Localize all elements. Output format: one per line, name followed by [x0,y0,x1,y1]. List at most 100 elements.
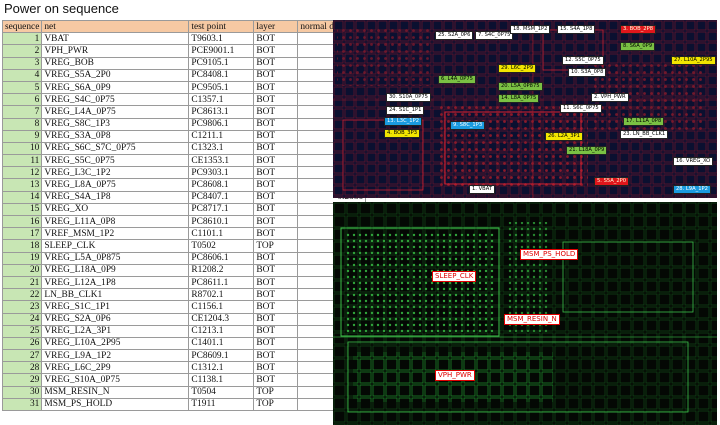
cell-layer: TOP [253,239,299,253]
cell-test-point: PC8610.1 [188,214,255,229]
cell-sequence: 19 [1,251,43,265]
cell-sequence: 24 [1,312,43,326]
board-label-s3a: 10. S3A_0P8 [568,68,607,77]
board-tag-sleep-clk: SLEEP_CLK [432,271,477,282]
table-row: 25VREG_L2A_3P1C1213.1BOT0.4533 [1,324,367,338]
table-row: 27VREG_L9A_1P2PC8609.1BOT0.4719 [1,349,367,363]
board-label-msm: 18. MSM_1P2 [510,25,551,34]
table-row: 7VREG_L4A_0P75PC8613.1BOT0.4253 [1,105,367,119]
cell-layer: BOT [253,251,299,265]
cell-layer: BOT [253,68,299,82]
cell-net: MSM_RESIN_N [41,385,190,399]
cell-sequence: 6 [1,93,43,107]
cell-test-point: C1101.1 [188,227,255,241]
page-title: Power on sequence [4,1,119,16]
cell-sequence: 1 [1,32,43,46]
bottom-board-image: 25. S2A_0P6 7. S4C_0P75 18. MSM_1P2 15. … [333,20,717,198]
cell-test-point: PC9806.1 [188,117,255,131]
cell-layer: BOT [253,154,299,168]
cell-test-point: C1357.1 [188,93,255,107]
cell-test-point: PC8717.1 [188,202,255,217]
cell-layer: BOT [253,300,299,314]
cell-net: VREG_S4C_0P75 [41,93,190,107]
table-row: 14VREG_S4A_1P8PC8407.1BOT0.2886 [1,190,367,204]
cell-net: VREG_L8A_0P75 [41,178,190,192]
cell-test-point: C1312.1 [188,361,255,375]
table-row: 3VREG_BOBPC9105.1BOT0.4823 [1,56,367,70]
top-board-image: MSM_PS_HOLD SLEEP_CLK MSM_RESIN_N VPH_PW… [333,202,717,425]
cell-test-point: C1138.1 [188,373,255,387]
table-row: 24VREG_S2A_0P6CE1204.3BOT0.2472 [1,312,367,326]
cell-layer: BOT [253,93,299,107]
board-label-l3c: 13. L3C_1P2 [384,117,423,126]
cell-layer: TOP [253,397,299,412]
board-label-s4a: 15. S4A_1P8 [557,25,596,34]
cell-net: VREG_S1C_1P1 [41,300,190,314]
board-label-vph: 2. VPH_PWR [591,93,629,102]
cell-sequence: 10 [1,141,43,156]
cell-net: SLEEP_CLK [41,239,190,253]
board-label-s2a: 25. S2A_0P6 [435,31,474,40]
cell-net: VREG_S5A_2P0 [41,68,190,82]
cell-sequence: 28 [1,361,43,375]
table-row: 12VREG_L3C_1P2PC9303.1BOT0.3872 [1,166,367,180]
cell-net: MSM_PS_HOLD [41,397,190,412]
cell-test-point: C1401.1 [188,336,255,351]
cell-sequence: 14 [1,190,43,204]
header-layer: layer [253,19,299,34]
cell-test-point: T0502 [188,239,255,253]
table-header-row: sequence net test point layer normal dio… [1,19,367,34]
cell-sequence: 23 [1,300,43,314]
cell-sequence: 30 [1,385,43,399]
cell-test-point: PC8608.1 [188,178,255,192]
cell-net: VPH_PWR [41,44,190,58]
board-label-s4c: 7. S4C_0P75 [475,31,514,40]
board-label-l2a: 26. L2A_3P1 [545,132,583,141]
cell-sequence: 20 [1,263,43,277]
cell-net: VREG_L9A_1P2 [41,349,190,363]
cell-layer: BOT [253,288,299,302]
cell-net: VREG_S8C_1P3 [41,117,190,131]
table-row: 18SLEEP_CLKT0502TOP0.4752 [1,239,367,253]
board-label-vbat: 1. VBAT [469,185,496,194]
cell-test-point: R1208.2 [188,263,255,277]
table-row: 28VREG_L6C_2P9C1312.1BOT0.6353 [1,361,367,375]
board-label-l18a: 21. L18A_0P9 [566,146,608,155]
cell-layer: BOT [253,202,299,217]
table-row: 2VPH_PWRPCE9001.1BOT0.3315 [1,44,367,58]
cell-test-point: PC9303.1 [188,166,255,180]
cell-net: VREG_S2A_0P6 [41,312,190,326]
header-net: net [41,19,190,34]
header-sequence: sequence [1,19,43,34]
cell-test-point: PC8611.1 [188,275,255,290]
cell-sequence: 17 [1,227,43,241]
cell-sequence: 8 [1,117,43,131]
table-row: 6VREG_S4C_0P75C1357.1BOT0.2826 [1,93,367,107]
cell-sequence: 2 [1,44,43,58]
cell-layer: BOT [253,190,299,204]
cell-sequence: 4 [1,68,43,82]
cell-test-point: CE1353.1 [188,154,255,168]
board-label-l6c: 29. L6C_2P9 [498,64,537,73]
cell-test-point: T1911 [188,397,255,412]
cell-test-point: C1213.1 [188,324,255,338]
cell-layer: BOT [253,80,299,95]
table-row: 22LN_BB_CLK1R8702.1BOT0.7816 [1,288,367,302]
table-row: 29VREG_S10A_0P75C1138.1BOT0.2407 [1,373,367,387]
cell-layer: BOT [253,214,299,229]
cell-net: VREG_S6C_S7C_0P75 [41,141,190,156]
table-row: 15VREG_XOPC8717.1BOT0.5363 [1,202,367,217]
cell-net: VREG_S4A_1P8 [41,190,190,204]
cell-sequence: 29 [1,373,43,387]
board-label-lnbb: 23. LN_BB_CLK1 [620,130,669,139]
board-label-l5a: 20. L5A_0P875 [498,82,543,91]
board-label-s6a: 8. S6A_0P9 [620,42,656,51]
cell-layer: BOT [253,129,299,143]
table-row: 4VREG_S5A_2P0PC8408.1BOT0.4507 [1,68,367,82]
cell-test-point: C1156.1 [188,300,255,314]
table-row: 5VREG_S6A_0P9PC9505.1BOT0.4385 [1,80,367,95]
cell-net: VREG_L11A_0P8 [41,214,190,229]
table-row: 11VREG_S5C_0P75CE1353.1BOT0.3456 [1,154,367,168]
cell-sequence: 12 [1,166,43,180]
cell-sequence: 22 [1,288,43,302]
